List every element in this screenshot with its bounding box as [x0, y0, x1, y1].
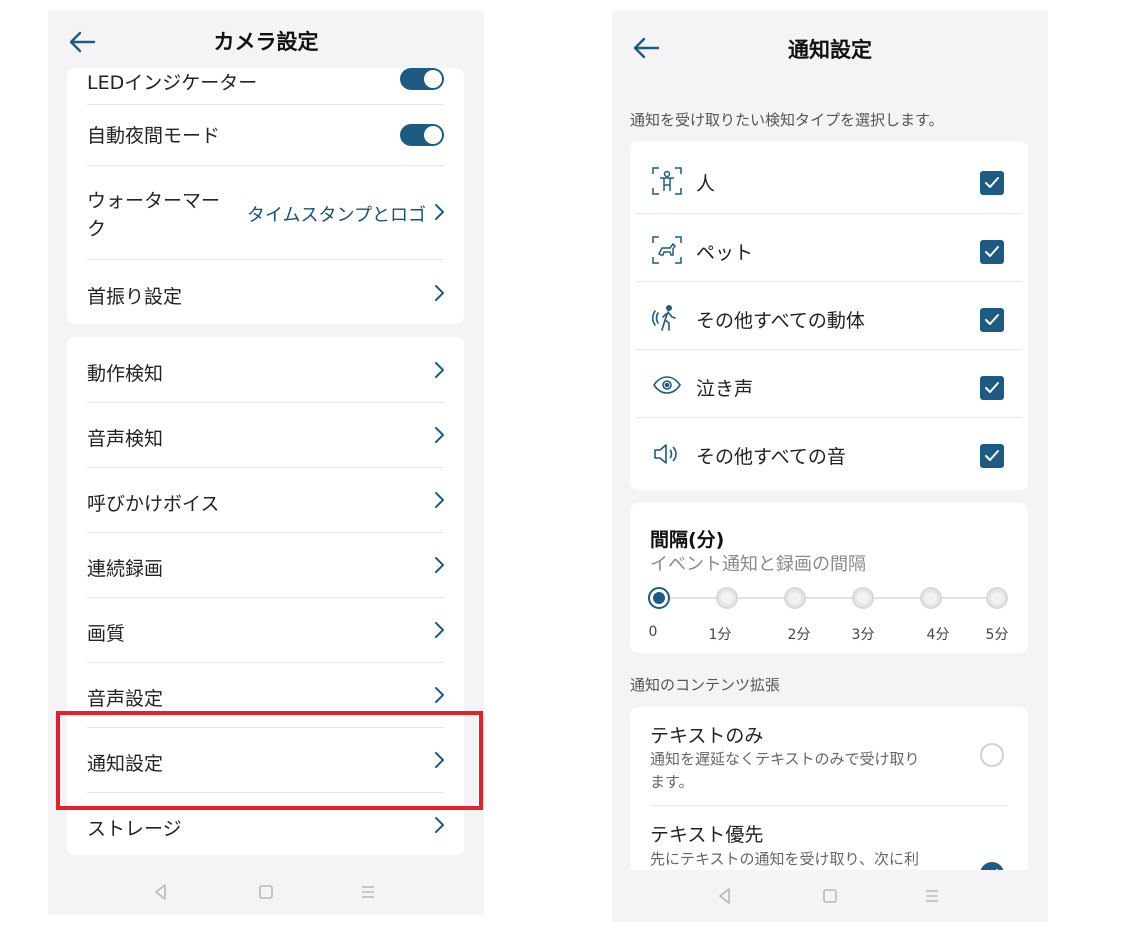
person-detect-icon	[652, 167, 682, 195]
settings-item-label: 連続録画	[87, 558, 164, 580]
header: 通知設定	[612, 10, 1048, 82]
settings-item-label: ストレージ	[87, 818, 182, 840]
interval-option-0[interactable]	[648, 587, 670, 609]
highlight-box	[56, 711, 483, 810]
settings-item-label: 画質	[87, 623, 126, 645]
interval-label: 0	[648, 624, 658, 640]
interval-card: 間隔(分) イベント通知と録画の間隔 0 1分 2分 3分 4分 5分	[630, 503, 1028, 653]
detect-type-pet-checkbox[interactable]	[980, 240, 1004, 264]
content-option-desc-wrap: ます。	[650, 773, 694, 791]
settings-item-call-voice[interactable]: 呼びかけボイス	[67, 467, 464, 532]
eye-icon	[652, 372, 682, 398]
page-title: 通知設定	[788, 38, 872, 62]
header: カメラ設定	[48, 10, 484, 74]
chevron-right-icon	[434, 491, 446, 509]
settings-item-continuous-recording[interactable]: 連続録画	[67, 532, 464, 597]
system-nav-bar	[48, 869, 484, 915]
toggle-knob	[424, 126, 442, 144]
watermark-value: タイムスタンプとロゴ	[246, 205, 426, 226]
notification-settings-screen: 通知設定 通知を受け取りたい検知タイプを選択します。 人 ペット その他すべての…	[612, 10, 1048, 922]
chevron-right-icon	[434, 361, 446, 379]
interval-slider-track[interactable]	[660, 597, 1000, 599]
speaker-icon	[652, 440, 682, 466]
detect-type-sound-row[interactable]: その他すべての音	[630, 418, 1028, 485]
night-mode-toggle[interactable]	[400, 124, 444, 146]
content-option-text-only-radio[interactable]	[980, 743, 1004, 767]
watermark-row[interactable]: ウォーターマー ク タイムスタンプとロゴ	[67, 166, 464, 259]
nav-home-icon[interactable]	[255, 881, 277, 903]
pet-detect-icon	[652, 236, 682, 264]
interval-label: 4分	[926, 627, 950, 643]
nav-menu-icon[interactable]	[921, 885, 943, 907]
detect-types-card: 人 ペット その他すべての動体 泣き声 その他すべての音	[630, 141, 1028, 490]
settings-item-label: 呼びかけボイス	[87, 493, 220, 515]
interval-title: 間隔(分)	[650, 529, 725, 551]
chevron-right-icon	[434, 203, 446, 221]
interval-label: 1分	[708, 627, 732, 643]
detect-type-person-checkbox[interactable]	[980, 171, 1004, 195]
interval-option-3[interactable]	[852, 587, 874, 609]
settings-card-display: LEDインジケーター 自動夜間モード ウォーターマー ク タイムスタンプとロゴ …	[67, 68, 464, 324]
detect-type-crying-row[interactable]: 泣き声	[630, 350, 1028, 417]
content-option-desc: 先にテキストの通知を受け取り、次に利	[650, 850, 919, 868]
walking-motion-icon	[651, 304, 682, 331]
nav-back-icon[interactable]	[714, 885, 736, 907]
nav-home-icon[interactable]	[819, 885, 841, 907]
detect-type-motion-checkbox[interactable]	[980, 308, 1004, 332]
interval-option-1[interactable]	[716, 587, 738, 609]
content-extension-label: 通知のコンテンツ拡張	[630, 676, 781, 694]
interval-subtitle: イベント通知と録画の間隔	[650, 554, 866, 575]
interval-option-2[interactable]	[784, 587, 806, 609]
chevron-right-icon	[434, 556, 446, 574]
led-indicator-label: LEDインジケーター	[87, 72, 258, 94]
chevron-right-icon	[434, 686, 446, 704]
settings-item-label: 動作検知	[87, 363, 164, 385]
detect-type-label: ペット	[696, 242, 754, 264]
detect-type-label: その他すべての音	[696, 446, 846, 468]
detect-type-sound-checkbox[interactable]	[980, 444, 1004, 468]
detect-type-label: その他すべての動体	[696, 310, 865, 332]
interval-option-4[interactable]	[920, 587, 942, 609]
chevron-right-icon	[434, 621, 446, 639]
interval-label: 3分	[851, 627, 875, 643]
chevron-right-icon	[434, 284, 446, 302]
system-nav-bar	[612, 870, 1048, 922]
detect-type-motion-row[interactable]: その他すべての動体	[630, 282, 1028, 349]
night-mode-label: 自動夜間モード	[87, 125, 221, 147]
night-mode-row: 自動夜間モード	[67, 105, 464, 165]
pan-settings-row[interactable]: 首振り設定	[67, 260, 464, 324]
page-title: カメラ設定	[213, 30, 319, 54]
chevron-right-icon	[434, 816, 446, 834]
settings-item-label: 音声設定	[87, 688, 164, 710]
content-option-title: テキスト優先	[650, 824, 764, 846]
detect-type-person-row[interactable]: 人	[630, 145, 1028, 212]
watermark-label: ウォーターマー	[87, 190, 221, 212]
content-option-text-only[interactable]: テキストのみ 通知を遅延なくテキストのみで受け取り ます。	[630, 707, 1028, 805]
toggle-knob	[424, 70, 442, 88]
content-option-desc: 通知を遅延なくテキストのみで受け取り	[650, 750, 920, 768]
nav-back-icon[interactable]	[150, 881, 172, 903]
detect-type-prompt: 通知を受け取りたい検知タイプを選択します。	[630, 111, 944, 129]
interval-label: 2分	[787, 627, 811, 643]
nav-menu-icon[interactable]	[357, 881, 379, 903]
detect-type-label: 人	[696, 173, 716, 195]
detect-type-pet-row[interactable]: ペット	[630, 214, 1028, 281]
settings-item-motion-detection[interactable]: 動作検知	[67, 337, 464, 402]
settings-item-label: 音声検知	[87, 428, 164, 450]
detect-type-label: 泣き声	[696, 378, 754, 400]
led-indicator-row: LEDインジケーター	[67, 68, 464, 104]
content-options-card: テキストのみ 通知を遅延なくテキストのみで受け取り ます。 テキスト優先 先にテ…	[630, 707, 1028, 887]
settings-item-sound-detection[interactable]: 音声検知	[67, 402, 464, 467]
interval-label: 5分	[985, 627, 1009, 643]
detect-type-crying-checkbox[interactable]	[980, 376, 1004, 400]
led-indicator-toggle[interactable]	[400, 68, 444, 90]
watermark-label-wrap: ク	[87, 218, 107, 240]
pan-settings-label: 首振り設定	[87, 286, 183, 308]
settings-item-image-quality[interactable]: 画質	[67, 597, 464, 662]
interval-option-5[interactable]	[986, 587, 1008, 609]
content-option-title: テキストのみ	[650, 725, 764, 747]
chevron-right-icon	[434, 426, 446, 444]
